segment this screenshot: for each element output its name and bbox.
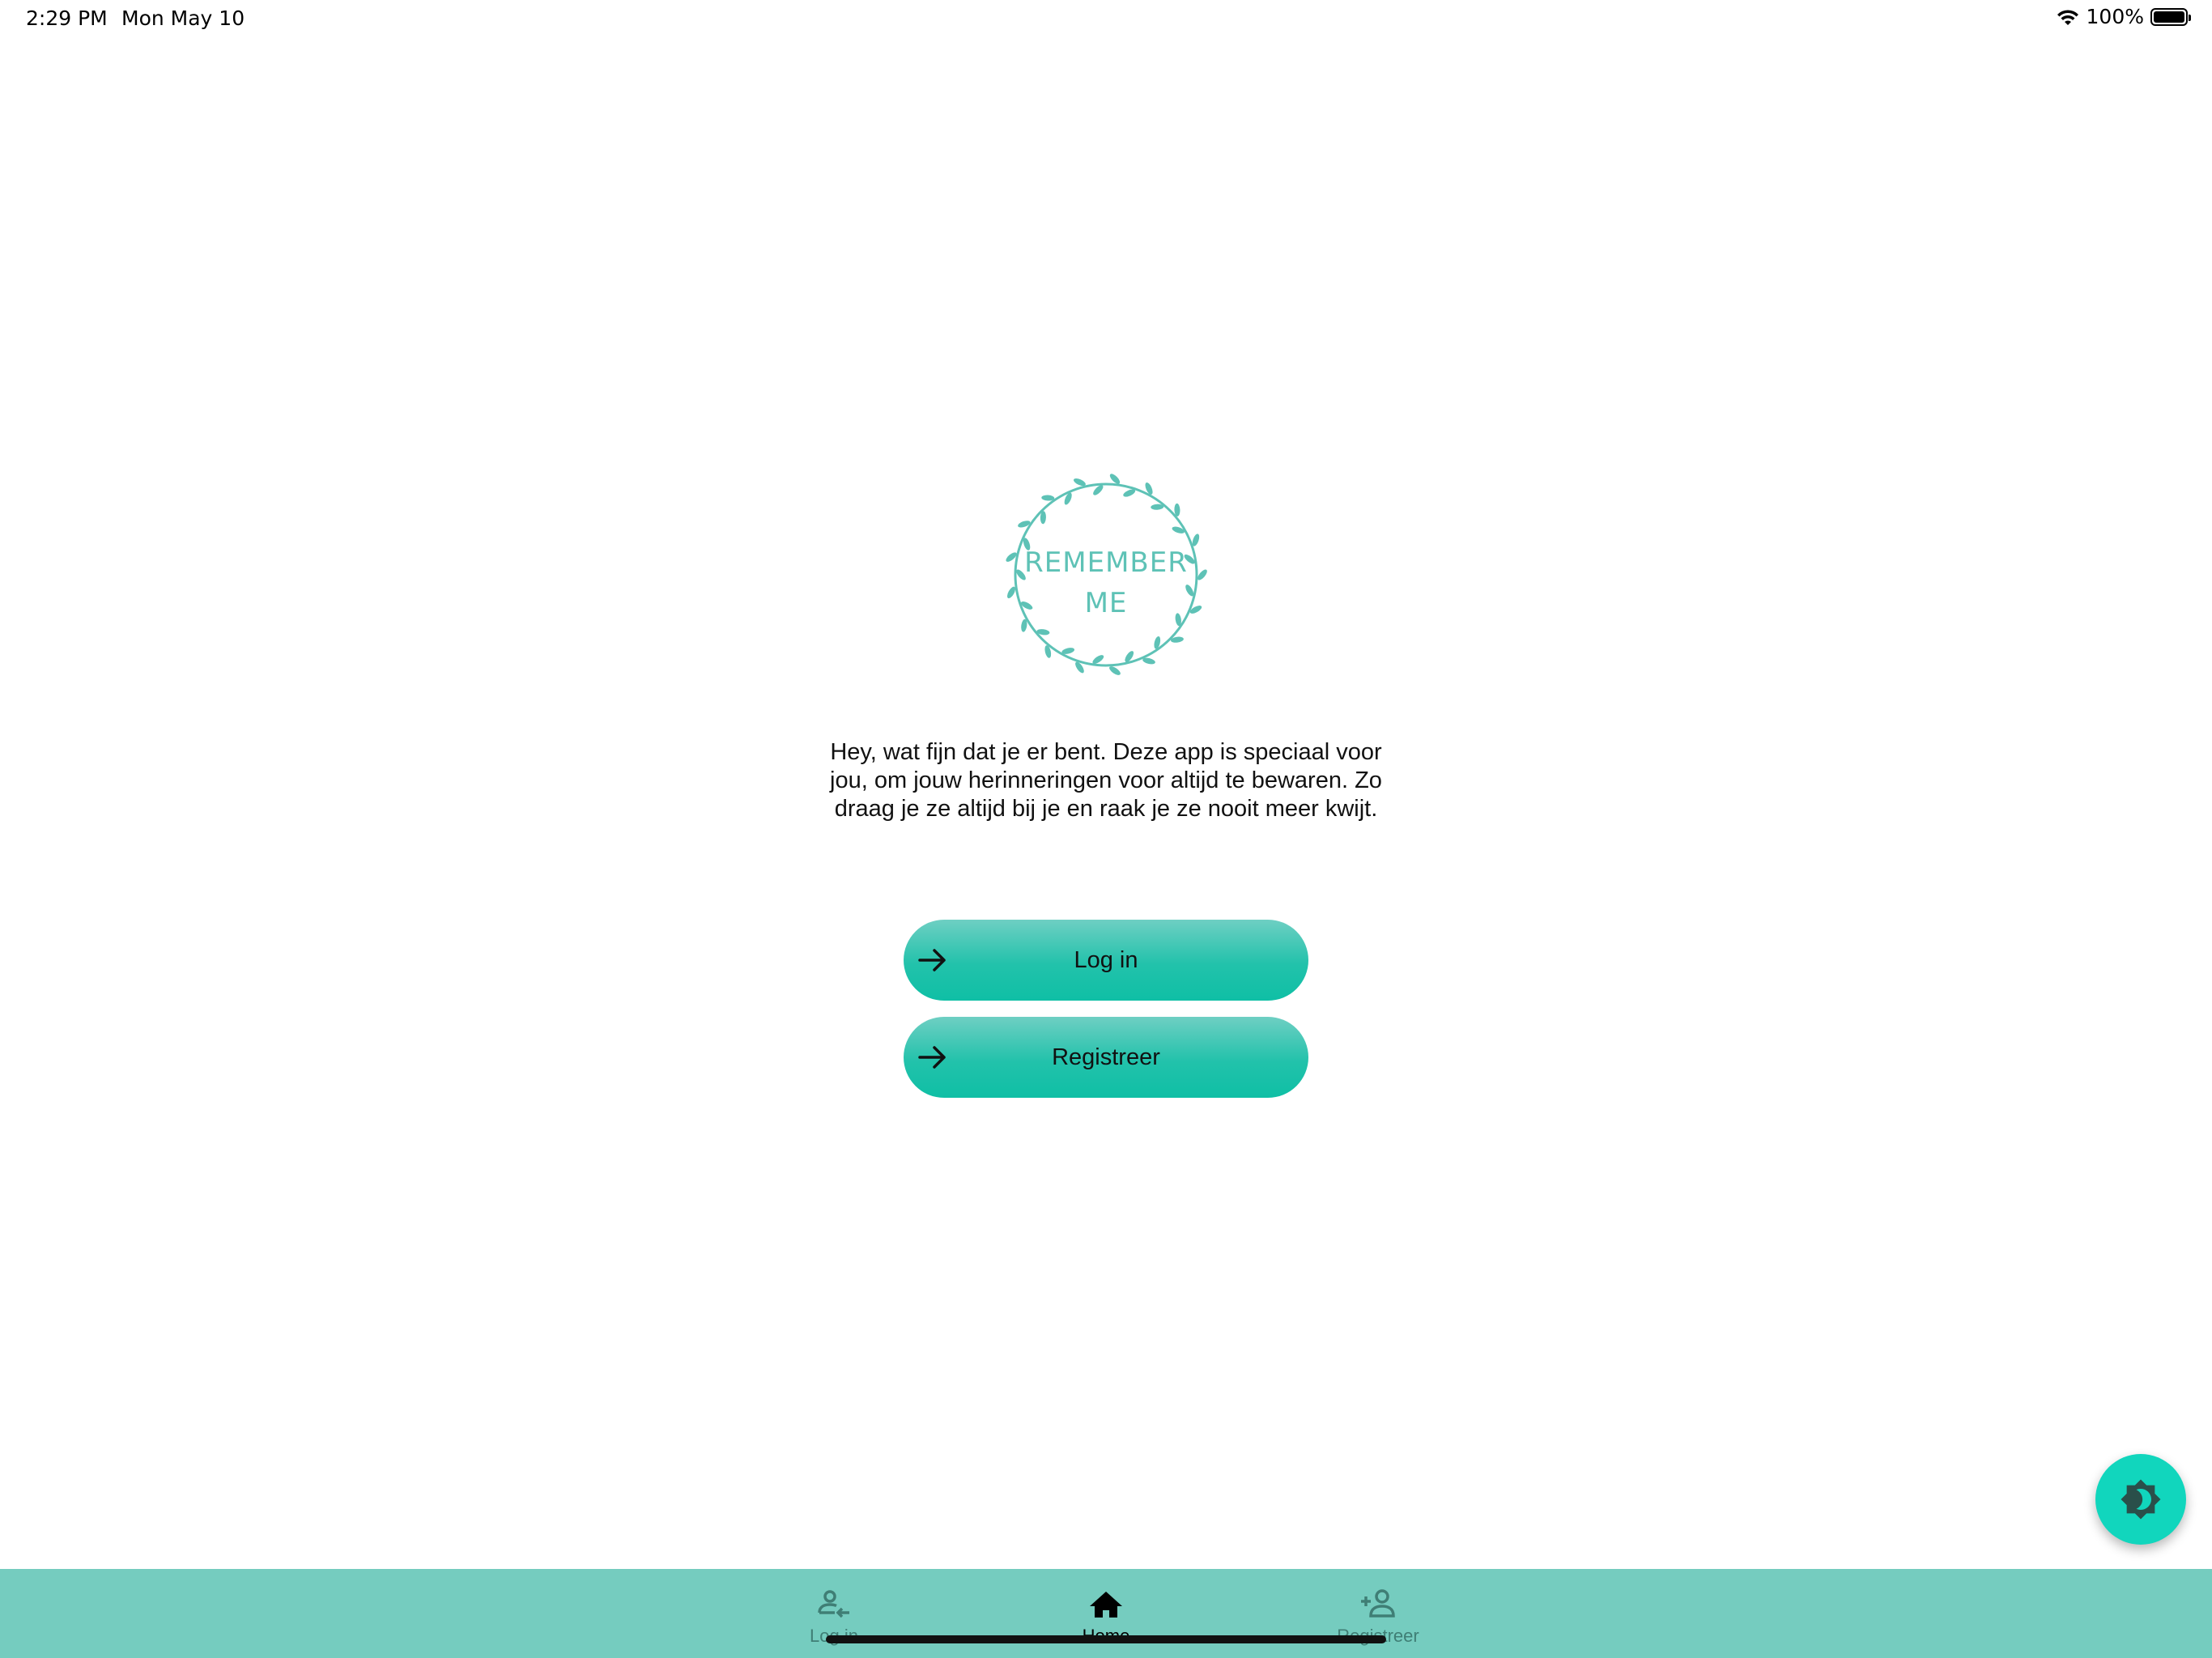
- status-bar: 2:29 PM Mon May 10 100%: [0, 0, 2212, 39]
- intro-text: Hey, wat fijn dat je er bent. Deze app i…: [830, 739, 1382, 822]
- logo-text-line2: ME: [1084, 587, 1128, 619]
- bottom-navigation: Log in Home Registreer: [0, 1569, 2212, 1658]
- logo-text-line1: REMEMBER: [1024, 546, 1188, 579]
- nav-item-register[interactable]: Registreer: [1289, 1569, 1467, 1658]
- nav-item-login[interactable]: Log in: [745, 1569, 923, 1658]
- login-button-label: Log in: [1074, 946, 1138, 973]
- wifi-icon: [2057, 9, 2078, 25]
- brightness-icon: [2121, 1479, 2161, 1520]
- battery-percent: 100%: [2086, 5, 2144, 28]
- arrow-right-icon: [918, 949, 946, 971]
- app-screen: 2:29 PM Mon May 10 100% REMEMBER ME Hey,…: [0, 0, 2212, 1658]
- login-person-icon: [818, 1590, 849, 1618]
- remember-me-logo: REMEMBER ME: [1001, 470, 1211, 680]
- register-button[interactable]: Registreer: [904, 1017, 1308, 1098]
- nav-item-home[interactable]: Home: [1017, 1569, 1195, 1658]
- status-time: 2:29 PM: [26, 6, 108, 30]
- login-button[interactable]: Log in: [904, 920, 1308, 1001]
- home-icon: [1090, 1592, 1122, 1618]
- battery-icon: [2150, 7, 2191, 26]
- status-indicators: 100%: [2056, 5, 2191, 28]
- add-person-icon: [1361, 1589, 1395, 1618]
- arrow-right-icon: [918, 1046, 946, 1069]
- register-button-label: Registreer: [1052, 1044, 1160, 1070]
- home-indicator: [826, 1635, 1386, 1643]
- theme-toggle-button[interactable]: [2095, 1454, 2186, 1545]
- status-date: Mon May 10: [121, 6, 245, 30]
